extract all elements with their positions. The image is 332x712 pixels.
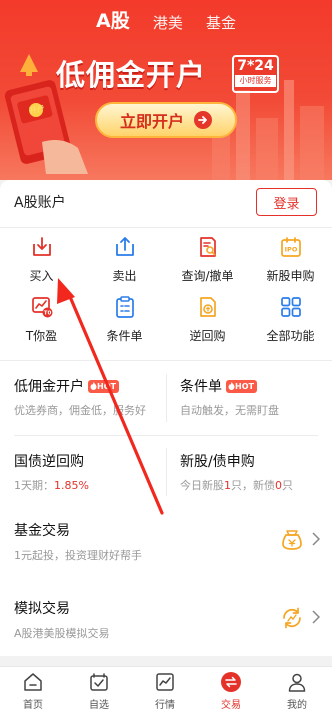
- hot-badge-text: HOT: [97, 381, 116, 391]
- action-buy-label: 买入: [29, 269, 54, 283]
- profile-icon: [288, 673, 306, 692]
- action-query-cancel[interactable]: 查询/撤单: [166, 235, 249, 284]
- simulation-trading-sub: A股港美股模拟交易: [14, 627, 110, 640]
- simulation-icon: [283, 607, 301, 629]
- feature-low-commission-sub: 优选券商，佣金低，服务好: [14, 404, 146, 417]
- feature-ipo-bond-sub: 今日新股1只，新债0只: [180, 477, 293, 493]
- action-all-functions-label: 全部功能: [266, 329, 315, 343]
- feature-condition-order-sub: 自动触发，无需盯盘: [180, 404, 279, 417]
- tab-funds[interactable]: 基金: [206, 12, 236, 33]
- open-account-label: 立即开户: [119, 112, 184, 131]
- hot-badge-text: HOT: [235, 381, 254, 391]
- svg-text:IPO: IPO: [284, 246, 297, 254]
- bottom-tab-bar: 首页 自选 行情 交易 我的: [0, 666, 332, 712]
- header-banner: A股 港美 基金 开户 低佣金开户 7*24 小时服务 立即开户: [0, 0, 332, 180]
- feature-ipo-bond[interactable]: 新股/债申购 今日新股1只，新债0只: [166, 436, 332, 510]
- svg-text:T0: T0: [43, 311, 51, 317]
- action-t-profit-label: T你盈: [25, 329, 58, 343]
- feature-condition-order[interactable]: 条件单 HOT 自动触发，无需盯盘: [166, 361, 332, 435]
- login-button[interactable]: 登录: [256, 188, 317, 216]
- action-t-profit[interactable]: T0 T你盈: [0, 295, 83, 344]
- query-cancel-icon: [199, 237, 216, 257]
- tab-trade-label: 交易: [221, 700, 241, 711]
- account-title: A股账户: [14, 195, 66, 211]
- trade-icon: [221, 672, 241, 692]
- home-icon: [24, 673, 42, 691]
- action-buy[interactable]: 买入: [0, 235, 83, 284]
- feature-treasury-repo-title: 国债逆回购: [14, 454, 84, 470]
- feature-condition-order-title: 条件单: [180, 379, 222, 395]
- action-ipo[interactable]: IPO 新股申购: [249, 235, 332, 284]
- feature-treasury-repo-sub: 1天期：1.85%: [14, 477, 89, 493]
- hot-badge: HOT: [88, 379, 119, 393]
- service-badge: 7*24 小时服务: [232, 55, 279, 93]
- fund-trading-title: 基金交易: [14, 523, 70, 539]
- tab-market-label: 行情: [155, 700, 175, 711]
- feature-ipo-bond-title: 新股/债申购: [180, 454, 255, 470]
- action-query-cancel-label: 查询/撤单: [181, 269, 234, 283]
- divider: [0, 227, 332, 228]
- buy-icon: [32, 237, 51, 256]
- open-account-button[interactable]: 立即开户: [95, 102, 237, 138]
- new-stock-label: 今日新股: [180, 479, 224, 492]
- new-stock-count: 1: [224, 479, 231, 492]
- sell-icon: [115, 237, 134, 256]
- action-all-functions[interactable]: 全部功能: [249, 295, 332, 344]
- tab-home[interactable]: 首页: [0, 671, 66, 711]
- fund-bag-icon: [282, 530, 302, 550]
- simulation-trading-row[interactable]: 模拟交易 A股港美股模拟交易: [0, 583, 332, 653]
- new-bond-label: 只，新债: [231, 479, 275, 492]
- feature-treasury-repo[interactable]: 国债逆回购 1天期：1.85%: [0, 436, 166, 510]
- reverse-repo-icon: [199, 297, 216, 317]
- feature-low-commission-title: 低佣金开户: [14, 379, 84, 395]
- tab-watchlist[interactable]: 自选: [66, 671, 132, 711]
- unit-label: 只: [282, 479, 293, 492]
- chevron-right-icon: [312, 610, 320, 624]
- action-sell[interactable]: 卖出: [83, 235, 166, 284]
- market-tabs: A股 港美 基金: [0, 6, 332, 33]
- tab-hk-us[interactable]: 港美: [153, 12, 183, 33]
- repo-term-label: 1天期：: [14, 479, 54, 492]
- tab-market[interactable]: 行情: [132, 671, 198, 711]
- fund-trading-sub: 1元起投，投资理财好帮手: [14, 549, 142, 562]
- banner-title: 低佣金开户: [56, 58, 207, 92]
- flame-icon: [90, 382, 97, 390]
- watchlist-icon: [90, 673, 108, 691]
- flame-icon: [228, 382, 235, 390]
- repo-rate-value: 1.85%: [54, 479, 89, 492]
- tab-a-shares[interactable]: A股: [96, 6, 130, 33]
- new-bond-count: 0: [275, 479, 282, 492]
- action-reverse-repo[interactable]: 逆回购: [166, 295, 249, 344]
- action-reverse-repo-label: 逆回购: [189, 329, 226, 343]
- tab-watchlist-label: 自选: [89, 700, 109, 711]
- tab-profile[interactable]: 我的: [264, 671, 330, 711]
- tab-home-label: 首页: [23, 700, 43, 711]
- ipo-icon: IPO: [280, 237, 301, 257]
- action-condition-order-label: 条件单: [106, 329, 143, 343]
- arrow-right-icon: [194, 111, 212, 129]
- action-condition-order[interactable]: 条件单: [83, 295, 166, 344]
- simulation-trading-title: 模拟交易: [14, 601, 70, 617]
- service-badge-text: 小时服务: [235, 75, 276, 87]
- fund-trading-row[interactable]: 基金交易 1元起投，投资理财好帮手: [0, 505, 332, 575]
- feature-low-commission[interactable]: 低佣金开户 HOT 优选券商，佣金低，服务好: [0, 361, 166, 435]
- tab-trade[interactable]: 交易: [198, 671, 264, 711]
- market-icon: [156, 673, 174, 691]
- chevron-right-icon: [312, 532, 320, 546]
- action-ipo-label: 新股申购: [266, 269, 315, 283]
- service-badge-hours: 7*24: [237, 58, 274, 74]
- tab-profile-label: 我的: [287, 700, 307, 711]
- t-profit-icon: T0: [31, 297, 52, 318]
- condition-order-icon: [115, 296, 134, 318]
- hot-badge: HOT: [226, 379, 257, 393]
- action-sell-label: 卖出: [112, 269, 137, 283]
- all-functions-icon: [280, 297, 301, 317]
